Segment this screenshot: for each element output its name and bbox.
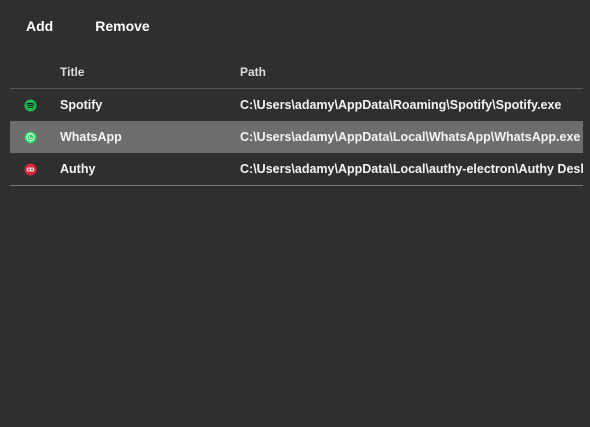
row-path: C:\Users\adamy\AppData\Roaming\Spotify\S… (240, 98, 562, 112)
authy-icon (24, 162, 37, 176)
title-column-header[interactable]: Title (60, 65, 240, 79)
row-path: C:\Users\adamy\AppData\Local\authy-elect… (240, 162, 583, 176)
row-path: C:\Users\adamy\AppData\Local\WhatsApp\Wh… (240, 130, 581, 144)
table-row-authy[interactable]: Authy C:\Users\adamy\AppData\Local\authy… (10, 153, 583, 185)
table-body: Spotify C:\Users\adamy\AppData\Roaming\S… (10, 89, 583, 186)
row-icon-cell (10, 130, 60, 144)
table-row-whatsapp[interactable]: WhatsApp C:\Users\adamy\AppData\Local\Wh… (10, 121, 583, 153)
apps-table: Title Path Spotify C:\Users\adamy\AppDat… (10, 55, 583, 186)
row-title: WhatsApp (60, 130, 122, 144)
remove-button[interactable]: Remove (83, 17, 161, 36)
row-icon-cell (10, 162, 60, 176)
row-title: Spotify (60, 98, 103, 112)
add-button[interactable]: Add (14, 17, 65, 36)
spotify-icon (24, 98, 37, 112)
toolbar: Add Remove (14, 17, 162, 36)
table-row-spotify[interactable]: Spotify C:\Users\adamy\AppData\Roaming\S… (10, 89, 583, 121)
path-column-header[interactable]: Path (240, 65, 583, 79)
table-header: Title Path (10, 55, 583, 89)
row-icon-cell (10, 98, 60, 112)
row-title: Authy (60, 162, 96, 176)
whatsapp-icon (24, 130, 37, 144)
